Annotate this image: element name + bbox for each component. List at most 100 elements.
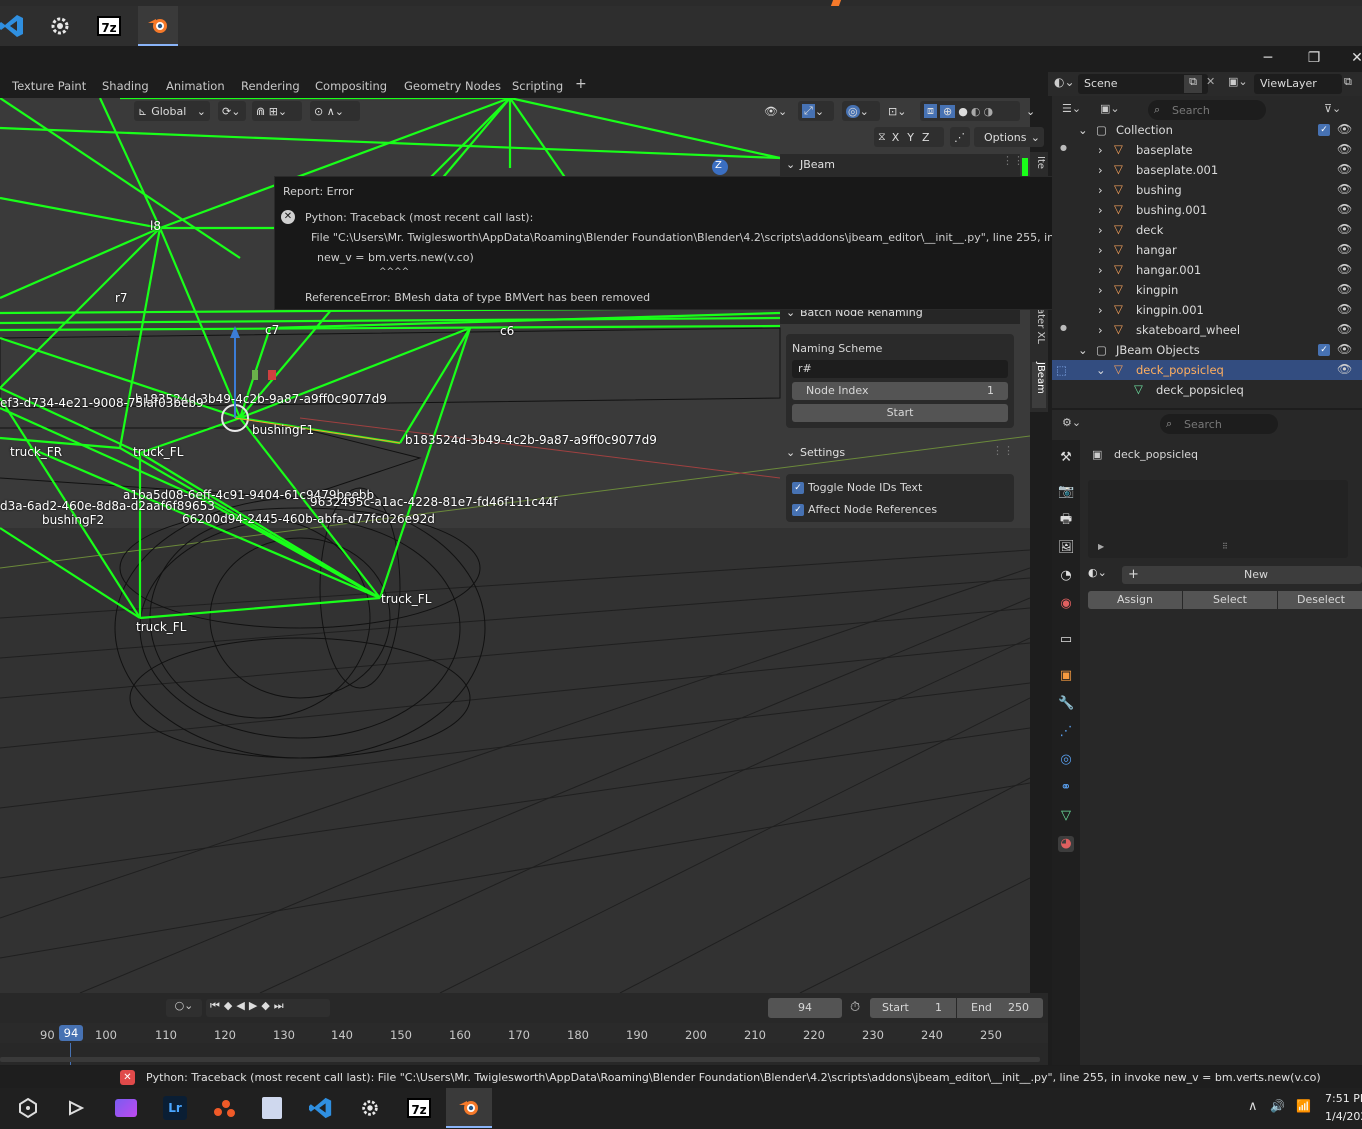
options-dropdown[interactable]: Options ⌄ [974, 127, 1044, 147]
wifi-icon[interactable]: 📶 [1296, 1099, 1311, 1113]
drag-handle-icon[interactable]: ⋮⋮ [992, 444, 1014, 457]
outliner-object-row[interactable]: › ▽ deck 👁 [1052, 220, 1362, 240]
rendered-shading-icon[interactable]: ◑ [983, 105, 993, 118]
eye-icon[interactable]: 👁 [1337, 222, 1352, 236]
axis-x[interactable]: X [892, 131, 900, 144]
tab-animation[interactable]: Animation [166, 79, 225, 93]
chevron-right-icon[interactable]: › [1098, 183, 1103, 197]
eye-icon[interactable]: 👁 [1337, 362, 1352, 376]
new-material-button[interactable]: + New [1122, 566, 1362, 584]
vscode-icon[interactable] [0, 6, 32, 46]
clock-time[interactable]: 7:51 PM [1325, 1092, 1362, 1105]
outliner-object-row[interactable]: › ▽ kingpin 👁 [1052, 280, 1362, 300]
jump-end-icon[interactable]: ⏭ [274, 999, 288, 1012]
tab-node-ids[interactable]: ater XL [1032, 308, 1046, 348]
material-shading-icon[interactable]: ◐ [971, 105, 981, 118]
tab-shading[interactable]: Shading [102, 79, 149, 93]
end-frame-field[interactable]: End 250 [957, 998, 1043, 1018]
lightroom-icon[interactable]: Lr [155, 1088, 195, 1128]
maximize-icon[interactable]: ❐ [1302, 50, 1326, 66]
delete-scene-icon[interactable]: ✕ [1206, 75, 1215, 88]
mirror-axes[interactable]: ⧖ X Y Z [874, 127, 944, 147]
assign-button[interactable]: Assign [1088, 591, 1182, 609]
xray-dropdown[interactable]: ⊡⌄ [884, 101, 916, 121]
world-icon[interactable]: ◉ [1058, 596, 1074, 612]
eye-icon[interactable]: 👁 [1337, 122, 1352, 136]
playback-controls[interactable]: ⏮◆◀▶◆⏭ [206, 999, 330, 1017]
play-icon[interactable]: ▶ [249, 999, 261, 1012]
tab-jbeam[interactable]: JBeam [1032, 362, 1046, 408]
chevron-up-icon[interactable]: ∧ [1248, 1099, 1258, 1114]
mesh-data-row[interactable]: ▽ deck_popsicleq [1052, 380, 1362, 400]
proportional-edit[interactable]: ⊙ ∧⌄ [310, 101, 360, 121]
orientation-dropdown[interactable]: ⊾ Global ⌄ [134, 101, 210, 121]
outliner-object-row[interactable]: › ▽ bushing 👁 [1052, 180, 1362, 200]
7zip-icon[interactable]: 7z [399, 1088, 439, 1128]
blender-icon[interactable] [446, 1088, 492, 1128]
axis-y[interactable]: Y [907, 131, 914, 144]
overlay-toggle[interactable]: ◎ ⌄ [842, 101, 880, 121]
scene-icon[interactable]: ◐⌄ [1054, 75, 1076, 93]
edit-mode-icon[interactable]: ⬚ [1056, 363, 1067, 377]
physics-icon[interactable]: ◎ [1058, 752, 1074, 768]
eye-icon[interactable]: 👁 [1337, 242, 1352, 256]
drag-handle-icon[interactable]: ⋮⋮ [1002, 154, 1024, 167]
xray-icon[interactable]: ⊕ [940, 104, 956, 118]
display-mode-icon[interactable]: ▣⌄ [1100, 102, 1120, 115]
mesh-data-icon[interactable]: ▽ [1058, 808, 1074, 824]
image-editor-icon[interactable] [252, 1088, 292, 1128]
particles-icon[interactable]: ⋰ [1058, 724, 1074, 740]
volume-icon[interactable]: 🔊 [1270, 1099, 1285, 1113]
solid-shading-icon[interactable]: ● [958, 105, 968, 118]
editor-type-icon[interactable]: ⚙⌄ [1062, 416, 1081, 429]
affect-node-refs-checkbox[interactable]: ✓ [792, 504, 804, 516]
frame-ruler[interactable]: 90 94 100 110 120 130 140 150 160 170 18… [0, 1023, 1048, 1043]
new-scene-icon[interactable]: ⧉ [1184, 75, 1202, 93]
chevron-right-icon[interactable]: › [1098, 203, 1103, 217]
eye-icon[interactable]: 👁 [1337, 162, 1352, 176]
vscode-icon[interactable] [301, 1088, 341, 1128]
current-frame-field[interactable]: 94 [768, 998, 842, 1018]
gizmo-toggle[interactable]: ⤢ ⌄ [798, 101, 834, 121]
constraints-icon[interactable]: ⚭ [1058, 780, 1074, 796]
collection-checkbox[interactable]: ✓ [1318, 344, 1330, 356]
minimize-icon[interactable]: ─ [1256, 50, 1280, 66]
blender-icon[interactable] [138, 6, 178, 46]
properties-search-input[interactable]: ⌕ Search [1160, 414, 1278, 434]
chevron-right-icon[interactable]: › [1098, 143, 1103, 157]
eye-icon[interactable]: 👁 [1337, 282, 1352, 296]
view-layer-field[interactable]: ViewLayer [1254, 74, 1342, 94]
snap-toggle[interactable]: ⋒ ⊞⌄ [252, 101, 302, 121]
settings-icon[interactable] [350, 1088, 390, 1128]
select-button[interactable]: Select [1183, 591, 1277, 609]
orange-app-icon[interactable] [204, 1088, 244, 1128]
deselect-button[interactable]: Deselect [1278, 591, 1362, 609]
eye-icon[interactable]: 👁 [1337, 342, 1352, 356]
outliner-object-row[interactable]: ● › ▽ baseplate 👁 [1052, 140, 1362, 160]
settings-icon[interactable] [40, 6, 80, 46]
view-layer-icon[interactable]: 🖼 [1058, 540, 1075, 556]
render-icon[interactable]: 📷 [1058, 484, 1074, 500]
object-icon[interactable]: ▣ [1058, 668, 1074, 684]
next-key-icon[interactable]: ◆ [261, 999, 273, 1012]
material-slot-list[interactable]: ▶ ⠿ [1088, 480, 1348, 558]
clock-date[interactable]: 1/4/202 [1325, 1110, 1362, 1123]
chevron-right-icon[interactable]: › [1098, 283, 1103, 297]
settings-panel-header[interactable]: ⌄ Settings ⋮⋮ [780, 442, 1020, 464]
visibility-icon[interactable]: 👁⌄ [760, 101, 794, 121]
eye-icon[interactable]: 👁 [1337, 182, 1352, 196]
axis-z[interactable]: Z [922, 131, 930, 144]
material-icon[interactable]: ◕ [1058, 836, 1074, 852]
jump-start-icon[interactable]: ⏮ [210, 999, 224, 1012]
tab-scripting[interactable]: Scripting [512, 79, 563, 93]
status-error-message[interactable]: Python: Traceback (most recent call last… [146, 1071, 1321, 1084]
scene-icon[interactable]: ◔ [1058, 568, 1074, 584]
auto-merge-icon[interactable]: ⋰ [950, 127, 970, 147]
naming-scheme-input[interactable]: r# [792, 360, 1008, 378]
eye-icon[interactable]: 👁 [1337, 202, 1352, 216]
gizmo-z-label[interactable]: Z [715, 160, 722, 171]
collection-icon[interactable]: ▭ [1058, 632, 1074, 648]
filter-icon[interactable]: ⊽⌄ [1324, 102, 1341, 115]
eye-icon[interactable]: 👁 [1337, 142, 1352, 156]
unity-icon[interactable] [8, 1088, 48, 1128]
